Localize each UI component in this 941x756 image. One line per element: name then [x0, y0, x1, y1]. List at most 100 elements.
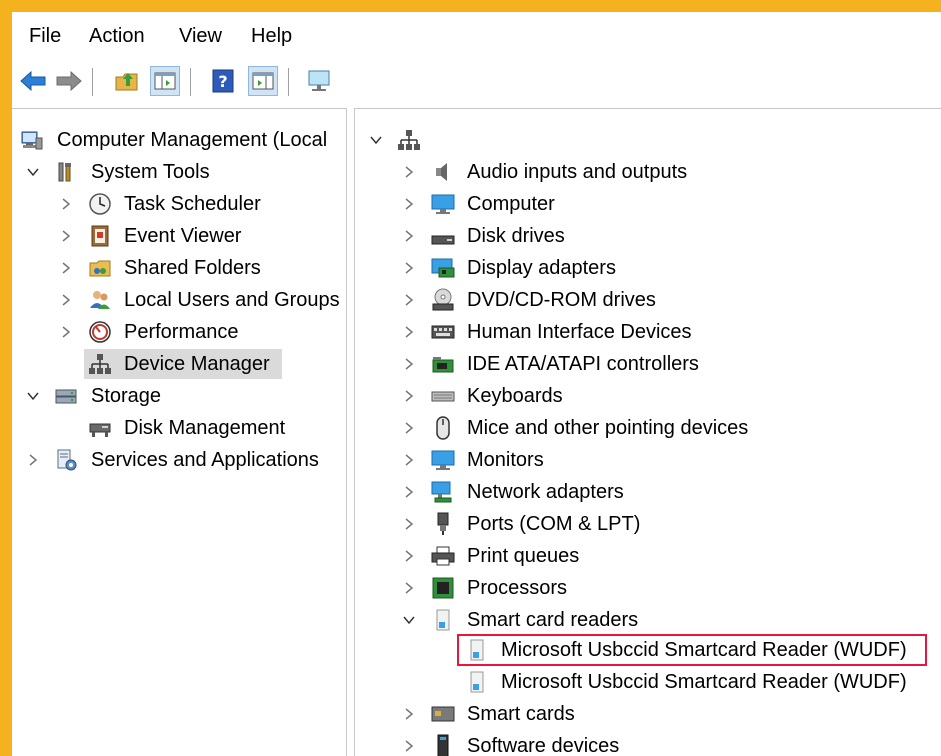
smart-card-reader-icon [436, 609, 450, 631]
device-smartcard-reader-2[interactable]: Microsoft Usbccid Smartcard Reader (WUDF… [355, 667, 941, 697]
chevron-right-icon[interactable] [403, 294, 415, 306]
device-category-monitors[interactable]: Monitors [355, 445, 941, 475]
device-category-disk-drives[interactable]: Disk drives [355, 221, 941, 251]
monitor-button[interactable] [304, 66, 334, 96]
computer-icon [431, 194, 455, 214]
chevron-right-icon[interactable] [403, 582, 415, 594]
clock-icon [89, 193, 111, 215]
device-category-software-devices[interactable]: Software devices [355, 731, 941, 756]
action-pane-button[interactable] [248, 66, 278, 96]
up-folder-icon [115, 73, 138, 91]
chevron-right-icon[interactable] [403, 740, 415, 752]
menu-view[interactable]: View [179, 24, 222, 48]
device-category-display-adapters[interactable]: Display adapters [355, 253, 941, 283]
device-category-print-queues[interactable]: Print queues [355, 541, 941, 571]
chevron-down-icon[interactable] [27, 390, 39, 402]
back-arrow-icon [20, 70, 46, 92]
chevron-right-icon[interactable] [403, 486, 415, 498]
dvd-drive-icon [432, 288, 454, 311]
chevron-right-icon[interactable] [403, 708, 415, 720]
tree-item-shared-folders[interactable]: Shared Folders [12, 253, 346, 283]
device-category-audio[interactable]: Audio inputs and outputs [355, 157, 941, 187]
chevron-right-icon[interactable] [403, 198, 415, 210]
menu-help[interactable]: Help [251, 24, 292, 48]
monitor-icon [431, 450, 455, 470]
tree-item-services-and-applications[interactable]: Services and Applications [12, 445, 346, 475]
device-category-smart-card-readers[interactable]: Smart card readers [355, 605, 941, 635]
ide-controller-icon [432, 357, 454, 373]
computer-network-icon [398, 130, 420, 150]
toolbar: ? [12, 62, 941, 102]
network-adapter-icon [431, 481, 452, 503]
tree-item-performance[interactable]: Performance [12, 317, 346, 347]
device-tree-root[interactable] [355, 125, 941, 155]
performance-icon [89, 321, 111, 343]
tree-item-task-scheduler[interactable]: Task Scheduler [12, 189, 346, 219]
chevron-right-icon[interactable] [403, 550, 415, 562]
tree-item-device-manager[interactable]: Device Manager [12, 349, 346, 379]
help-button[interactable]: ? [208, 66, 238, 96]
shared-folder-icon [89, 260, 111, 277]
device-smartcard-reader-1[interactable]: Microsoft Usbccid Smartcard Reader (WUDF… [355, 635, 941, 665]
printer-icon [431, 546, 455, 566]
back-button[interactable] [18, 66, 48, 96]
device-category-processors[interactable]: Processors [355, 573, 941, 603]
smart-card-reader-icon [470, 639, 484, 661]
chevron-right-icon[interactable] [60, 230, 72, 242]
device-category-mice[interactable]: Mice and other pointing devices [355, 413, 941, 443]
tree-item-storage[interactable]: Storage [12, 381, 346, 411]
chevron-right-icon[interactable] [403, 358, 415, 370]
menu-file[interactable]: File [29, 24, 61, 48]
smart-card-reader-icon [470, 671, 484, 693]
toolbar-separator [288, 68, 289, 96]
toolbar-separator [190, 68, 191, 96]
chevron-right-icon[interactable] [403, 262, 415, 274]
tree-item-computer-management[interactable]: Computer Management (Local [12, 125, 346, 155]
chevron-right-icon[interactable] [60, 198, 72, 210]
device-category-network-adapters[interactable]: Network adapters [355, 477, 941, 507]
chevron-right-icon[interactable] [403, 230, 415, 242]
computer-management-window: File Action View Help ? Computer Managem… [12, 12, 941, 756]
chevron-down-icon[interactable] [27, 166, 39, 178]
tree-item-event-viewer[interactable]: Event Viewer [12, 221, 346, 251]
chevron-right-icon[interactable] [60, 294, 72, 306]
chevron-down-icon[interactable] [370, 134, 382, 146]
monitor-icon [308, 70, 330, 91]
chevron-right-icon[interactable] [403, 390, 415, 402]
disk-management-icon [89, 423, 111, 437]
chevron-right-icon[interactable] [403, 454, 415, 466]
svg-text:?: ? [218, 72, 227, 91]
tree-item-system-tools[interactable]: System Tools [12, 157, 346, 187]
chevron-right-icon[interactable] [27, 454, 39, 466]
forward-arrow-icon [56, 70, 82, 92]
computer-management-icon [21, 131, 43, 150]
chevron-right-icon[interactable] [403, 518, 415, 530]
show-hide-tree-button[interactable] [150, 66, 180, 96]
tree-item-disk-management[interactable]: Disk Management [12, 413, 346, 443]
processor-icon [432, 577, 454, 599]
disk-drive-icon [431, 235, 455, 245]
display-adapter-icon [431, 258, 455, 278]
device-category-computer[interactable]: Computer [355, 189, 941, 219]
menu-action[interactable]: Action [89, 24, 145, 48]
device-category-keyboards[interactable]: Keyboards [355, 381, 941, 411]
chevron-right-icon[interactable] [403, 166, 415, 178]
keyboard-icon [431, 391, 455, 402]
device-category-smart-cards[interactable]: Smart cards [355, 699, 941, 729]
device-category-ports[interactable]: Ports (COM & LPT) [355, 509, 941, 539]
device-category-ide-ata[interactable]: IDE ATA/ATAPI controllers [355, 349, 941, 379]
services-icon [57, 449, 77, 471]
chevron-right-icon[interactable] [60, 326, 72, 338]
forward-button[interactable] [54, 66, 84, 96]
up-folder-button[interactable] [112, 66, 142, 96]
chevron-right-icon[interactable] [403, 326, 415, 338]
console-tree: Computer Management (Local System Tools … [12, 108, 347, 756]
device-category-hid[interactable]: Human Interface Devices [355, 317, 941, 347]
chevron-down-icon[interactable] [403, 614, 415, 626]
chevron-right-icon[interactable] [403, 422, 415, 434]
software-device-icon [437, 734, 449, 756]
device-tree: Audio inputs and outputs Computer Disk d… [354, 108, 941, 756]
device-category-dvd-cd-rom[interactable]: DVD/CD-ROM drives [355, 285, 941, 315]
chevron-right-icon[interactable] [60, 262, 72, 274]
tree-item-local-users-and-groups[interactable]: Local Users and Groups [12, 285, 346, 315]
